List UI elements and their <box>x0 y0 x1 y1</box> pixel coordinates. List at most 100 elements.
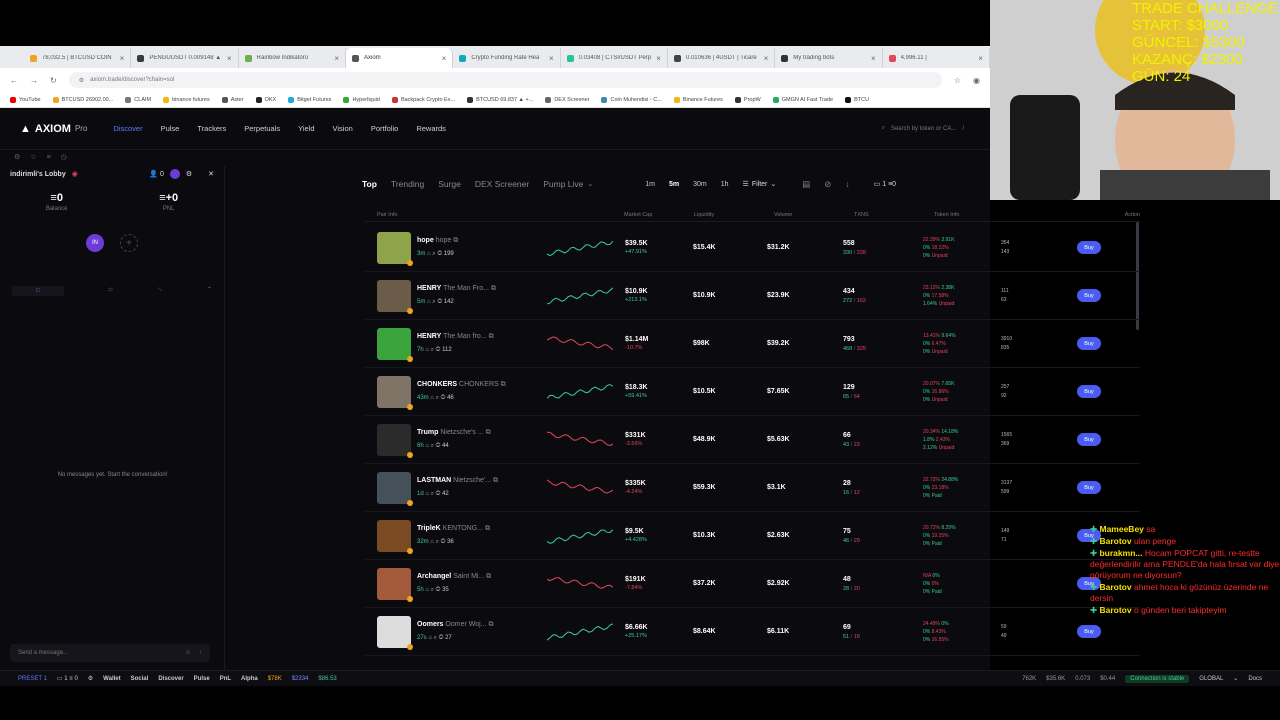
nav-rewards[interactable]: Rewards <box>416 124 446 133</box>
nav-vision[interactable]: Vision <box>333 124 353 133</box>
token-row[interactable]: Archangel Saint Mi... ⧉ 5h ⌂ ⌕ ◎ 35 $191K -… <box>365 560 1140 608</box>
bookmark-item[interactable]: CLAIM <box>125 96 151 103</box>
buy-button[interactable]: Buy <box>1077 289 1101 302</box>
token-image[interactable] <box>377 279 413 314</box>
bookmark-item[interactable]: Binance Futures <box>673 96 723 103</box>
token-row[interactable]: TripleK KENTONG... ⧉ 32m ⌂ ⌕ ◎ 36 $9.5K +4.… <box>365 512 1140 560</box>
send-icon[interactable]: ↑ <box>199 650 202 656</box>
tab-close-icon[interactable]: × <box>334 54 339 63</box>
buy-button[interactable]: Buy <box>1077 625 1101 638</box>
lobby-tab-chat[interactable]: □ <box>12 286 64 296</box>
nav-perpetuals[interactable]: Perpetuals <box>244 124 280 133</box>
copy-icon[interactable]: ⧉ <box>484 573 491 580</box>
timeframe-option[interactable]: 1h <box>721 181 729 188</box>
filter-tab[interactable]: Trending <box>391 179 424 189</box>
social-icons[interactable]: ⌂ ⌕ ◎ <box>424 491 442 497</box>
nav-discover[interactable]: Discover <box>113 124 142 133</box>
hide-icon[interactable]: ⊘ <box>824 179 831 190</box>
axiom-logo[interactable]: ▲ AXIOM Pro <box>20 123 87 135</box>
reload-icon[interactable]: ↻ <box>50 76 57 85</box>
lobby-tab-activity[interactable]: ∿ <box>158 286 163 296</box>
bookmark-item[interactable]: Bitget Futures <box>288 96 331 103</box>
token-image[interactable] <box>377 375 413 410</box>
filter-tab[interactable]: DEX Screener <box>475 179 529 189</box>
chart-icon[interactable]: ≡ <box>47 154 51 161</box>
browser-tab[interactable]: Rainbow İndikatörü × <box>239 48 346 68</box>
filter-tab[interactable]: Top <box>362 179 377 189</box>
bookmark-item[interactable]: YouTube <box>10 96 41 103</box>
tab-close-icon[interactable]: × <box>764 54 769 63</box>
preset-selector[interactable]: PRESET 1 <box>18 676 47 682</box>
filter-button[interactable]: ☰ Filter ⌄ <box>743 180 777 189</box>
bookmark-item[interactable]: GMGN AI Fast Trade <box>772 96 833 103</box>
nav-portfolio[interactable]: Portfolio <box>371 124 399 133</box>
gear-icon[interactable]: ⚙ <box>186 170 192 178</box>
bookmark-item[interactable]: PropW <box>734 96 761 103</box>
bookmark-item[interactable]: binance futures <box>163 96 210 103</box>
site-info-icon[interactable]: ⚙ <box>79 77 84 84</box>
copy-icon[interactable]: ⧉ <box>489 285 496 292</box>
history-icon[interactable]: ◷ <box>61 153 67 161</box>
buy-button[interactable]: Buy <box>1077 241 1101 254</box>
social-icons[interactable]: ⌂ ⌕ ◎ <box>424 347 442 353</box>
collapse-icon[interactable]: ⌃ <box>207 286 212 296</box>
token-image[interactable] <box>377 471 413 506</box>
social-icons[interactable]: ⌂ ⌕ ◎ <box>425 299 443 305</box>
tab-close-icon[interactable]: × <box>549 54 554 63</box>
tab-close-icon[interactable]: × <box>871 54 876 63</box>
download-icon[interactable]: ↓ <box>845 179 849 189</box>
chevron-down-icon[interactable]: ⌄ <box>1233 675 1238 682</box>
token-row[interactable]: Trump Nietzsche's ... ⧉ 6h ⌂ ⌕ ◎ 44 $331K -… <box>365 416 1140 464</box>
buy-button[interactable]: Buy <box>1077 481 1101 494</box>
token-row[interactable]: Oomers Oomer Woj... ⧉ 27s ⌂ ⌕ ◎ 27 $6.66K +… <box>365 608 1140 656</box>
copy-icon[interactable]: ⧉ <box>483 525 490 532</box>
settings-icon[interactable]: ⚙ <box>14 153 20 161</box>
profile-icon[interactable]: ◉ <box>973 76 980 85</box>
region-selector[interactable]: GLOBAL <box>1199 676 1223 682</box>
social-icons[interactable]: ⌂ ⌕ ◎ <box>424 443 442 449</box>
browser-tab[interactable]: 0.010636 | 4USDT | Ticare × <box>668 48 776 68</box>
social-icons[interactable]: ⌂ ⌕ ◎ <box>425 251 443 257</box>
browser-tab[interactable]: 0.03408 | CTSI/USDT Perp × <box>561 48 668 68</box>
forward-icon[interactable]: → <box>30 76 38 85</box>
tab-close-icon[interactable]: × <box>978 54 983 63</box>
tab-close-icon[interactable]: × <box>656 54 661 63</box>
bottom-nav-alpha[interactable]: Alpha <box>241 676 258 682</box>
token-row[interactable]: hope hope ⧉ 3m ⌂ ⌕ ◎ 199 $39.5K +47.91% $15.… <box>365 224 1140 272</box>
timeframe-option[interactable]: 30m <box>693 181 707 188</box>
social-icons[interactable]: ⌂ ⌕ ◎ <box>429 395 447 401</box>
star-icon[interactable]: ☆ <box>30 153 36 161</box>
docs-link[interactable]: Docs <box>1248 676 1262 682</box>
lobby-users[interactable]: 👤 0 <box>149 170 164 178</box>
lobby-avatar-small[interactable] <box>169 169 180 179</box>
copy-icon[interactable]: ⧉ <box>487 333 494 340</box>
bookmark-item[interactable]: BTCU <box>845 96 869 103</box>
bottom-nav-pnl[interactable]: PnL <box>220 676 231 682</box>
copy-icon[interactable]: ⧉ <box>491 477 498 484</box>
browser-tab[interactable]: Crypto Funding Rate Hea × <box>453 48 561 68</box>
bookmark-item[interactable]: DEX Screener <box>545 96 589 103</box>
token-image[interactable] <box>377 615 413 650</box>
message-input[interactable]: Send a message... ☺ ↑ <box>10 644 210 662</box>
wallet-selector[interactable]: ▭ 1 ≡ 0 <box>57 675 78 682</box>
buy-button[interactable]: Buy <box>1077 433 1101 446</box>
social-icons[interactable]: ⌂ ⌕ ◎ <box>429 539 447 545</box>
back-icon[interactable]: ← <box>10 76 18 85</box>
add-member-icon[interactable]: + <box>120 234 138 252</box>
avatar[interactable]: IN <box>86 234 104 252</box>
token-image[interactable] <box>377 327 413 362</box>
token-row[interactable]: CHONKERS CHONKERS ⧉ 43m ⌂ ⌕ ◎ 46 $18.3K +59… <box>365 368 1140 416</box>
quick-buy-selector[interactable]: ▭ 1 ≡0 <box>874 180 896 188</box>
bookmark-item[interactable]: BTCUSD 69.837 ▲ +... <box>467 96 533 103</box>
bookmark-item[interactable]: Backpack Crypto Ex... <box>391 96 455 103</box>
social-icons[interactable]: ⌂ ⌕ ◎ <box>424 587 442 593</box>
browser-tab[interactable]: 78,032.5 | BTCUSD COIN × <box>24 48 132 68</box>
bookmark-list-icon[interactable]: ▤ <box>802 179 810 190</box>
copy-icon[interactable]: ⧉ <box>484 429 491 436</box>
bookmark-item[interactable]: OKX <box>255 96 276 103</box>
bottom-nav-pulse[interactable]: Pulse <box>194 676 210 682</box>
tab-close-icon[interactable]: × <box>442 54 447 63</box>
copy-icon[interactable]: ⧉ <box>451 237 458 244</box>
token-row[interactable]: HENRY The Man Fro... ⧉ 5m ⌂ ⌕ ◎ 142 $10.9K… <box>365 272 1140 320</box>
bookmark-item[interactable]: Aster <box>221 96 244 103</box>
